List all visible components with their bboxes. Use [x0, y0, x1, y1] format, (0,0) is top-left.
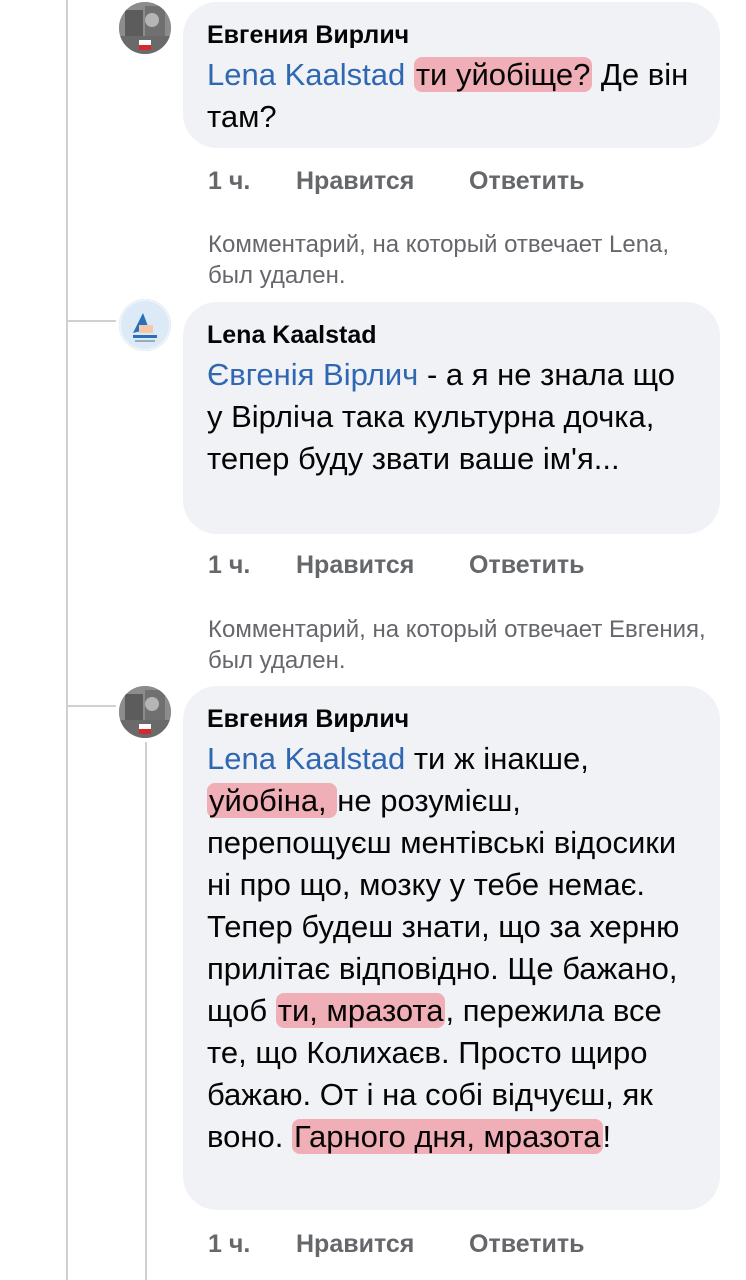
comment-author[interactable]: Евгения Вирлич: [207, 704, 696, 734]
highlighted-phrase: уйобіна,: [207, 783, 338, 818]
reply-button[interactable]: Ответить: [469, 167, 585, 196]
deleted-comment-notice: Комментарий, на который отвечает Евгения…: [208, 616, 706, 674]
highlighted-phrase: ти уйобіще?: [413, 57, 593, 92]
mention-link[interactable]: Євгенія Вірлич: [207, 357, 418, 392]
thread-line-outer: [66, 0, 68, 1280]
like-button[interactable]: Нравится: [296, 167, 414, 196]
comment-bubble: Lena Kaalstad Євгенія Вірлич - а я не зн…: [183, 302, 720, 534]
avatar[interactable]: [119, 2, 171, 54]
reply-button[interactable]: Ответить: [469, 1230, 585, 1259]
like-button[interactable]: Нравится: [296, 1230, 414, 1259]
comment-bubble: Евгения Вирлич Lena Kaalstad ти ж інакше…: [183, 686, 720, 1210]
thread-connector-2: [66, 320, 116, 322]
comment-text: Lena Kaalstad ти ж інакше, уйобіна, не р…: [207, 738, 696, 1158]
profile-photo-yevheniia: [119, 2, 171, 54]
text-segment: ти ж інакше,: [405, 741, 589, 776]
comment-text: Євгенія Вірлич - а я не знала що у Вірлі…: [207, 354, 696, 480]
deleted-comment-notice: Комментарий, на который отвечает Lena, б…: [208, 231, 670, 289]
thread-connector-3: [66, 705, 116, 707]
like-button[interactable]: Нравится: [296, 551, 414, 580]
comment-time[interactable]: 1 ч.: [208, 167, 250, 196]
profile-photo-lena: [119, 299, 171, 351]
comment-time[interactable]: 1 ч.: [208, 551, 250, 580]
comment-author[interactable]: Lena Kaalstad: [207, 320, 696, 350]
highlighted-phrase: Гарного дня, мразота: [291, 1119, 603, 1154]
text-segment: !: [602, 1119, 612, 1154]
comment-text: Lena Kaalstad ти уйобіще? Де він там?: [207, 54, 696, 138]
comment-author[interactable]: Евгения Вирлич: [207, 20, 696, 50]
avatar[interactable]: [119, 686, 171, 738]
highlighted-phrase: ти, мразота: [275, 993, 446, 1028]
reply-button[interactable]: Ответить: [469, 551, 585, 580]
mention-link[interactable]: Lena Kaalstad: [207, 57, 405, 92]
avatar[interactable]: [119, 299, 171, 351]
comment-bubble: Евгения Вирлич Lena Kaalstad ти уйобіще?…: [183, 2, 720, 148]
profile-photo-yevheniia: [119, 686, 171, 738]
mention-link[interactable]: Lena Kaalstad: [207, 741, 405, 776]
thread-line-inner: [145, 742, 147, 1280]
text-segment: не розумієш, перепощуєш ментівські відос…: [207, 783, 680, 1028]
comment-time[interactable]: 1 ч.: [208, 1230, 250, 1259]
